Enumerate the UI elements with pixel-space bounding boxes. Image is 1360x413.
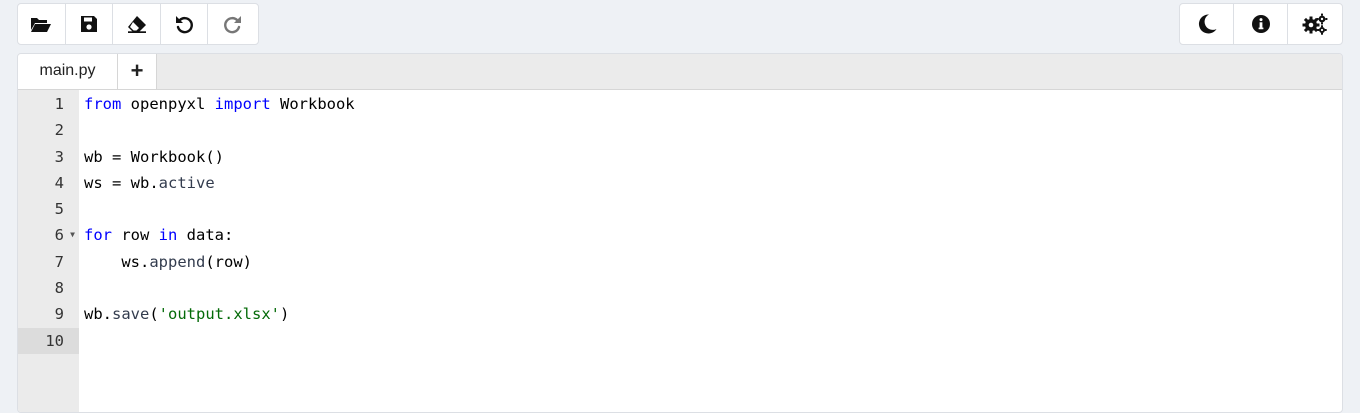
code-line: from openpyxl import Workbook xyxy=(84,91,1342,117)
code-token: Workbook xyxy=(270,95,355,113)
settings-toolbar xyxy=(1179,3,1343,45)
code-token: openpyxl xyxy=(121,95,215,113)
undo-icon xyxy=(176,16,194,34)
code-token: data: xyxy=(177,226,234,245)
line-number: 1 xyxy=(54,95,64,113)
gears-icon xyxy=(1302,13,1328,35)
line-number: 4 xyxy=(54,173,64,192)
line-number-foldable: 6 ▼ xyxy=(18,222,79,248)
eraser-icon xyxy=(127,16,146,33)
keyword-token: from xyxy=(84,95,122,113)
property-token: save xyxy=(112,305,150,324)
line-number: 3 xyxy=(54,147,64,166)
tab-main-py[interactable]: main.py xyxy=(18,54,118,89)
keyword-token: for xyxy=(84,226,112,245)
code-token: ws. xyxy=(84,252,150,271)
add-tab-button[interactable]: + xyxy=(118,54,157,89)
code-token: ws = wb. xyxy=(84,173,159,192)
code-lines[interactable]: from openpyxl import Workbook wb = Workb… xyxy=(79,90,1342,412)
code-line-active-empty xyxy=(84,328,1342,354)
line-number-label: 6 xyxy=(54,226,64,245)
code-line: for row in data: xyxy=(84,222,1342,248)
info-icon xyxy=(1251,15,1270,33)
code-line: ws.append(row) xyxy=(84,249,1342,275)
line-number: 5 xyxy=(54,200,64,219)
code-token: ) xyxy=(280,305,290,324)
line-number: 9 xyxy=(54,305,64,324)
save-button[interactable] xyxy=(66,4,114,44)
code-area[interactable]: 1 2 3 4 5 6 ▼ 7 8 9 10 from openpyxl imp… xyxy=(18,90,1342,412)
settings-button[interactable] xyxy=(1288,4,1342,44)
code-line: wb.save('output.xlsx') xyxy=(84,301,1342,327)
code-token: row xyxy=(112,226,159,245)
line-number-active: 10 xyxy=(18,327,79,354)
code-editor-panel: main.py + 1 2 3 4 5 6 ▼ 7 8 9 10 from op… xyxy=(17,53,1343,413)
theme-toggle-button[interactable] xyxy=(1180,4,1234,44)
code-token: wb. xyxy=(84,305,112,324)
keyword-token: import xyxy=(214,95,271,113)
code-line: ws = wb.active xyxy=(84,170,1342,196)
floppy-disk-icon xyxy=(80,16,97,32)
redo-button[interactable] xyxy=(208,4,258,44)
code-line: wb = Workbook() xyxy=(84,147,224,166)
code-token: ( xyxy=(149,305,159,324)
line-number: 7 xyxy=(54,252,64,271)
file-toolbar xyxy=(17,3,259,45)
line-number: 2 xyxy=(54,121,64,140)
tab-bar: main.py + xyxy=(18,54,1342,90)
undo-button[interactable] xyxy=(161,4,209,44)
clear-button[interactable] xyxy=(113,4,161,44)
line-number-gutter: 1 2 3 4 5 6 ▼ 7 8 9 10 xyxy=(18,90,79,412)
moon-icon xyxy=(1198,14,1216,34)
property-token: active xyxy=(158,173,215,192)
keyword-token: in xyxy=(158,226,178,245)
string-token: 'output.xlsx' xyxy=(158,305,280,324)
redo-icon xyxy=(224,16,242,34)
property-token: append xyxy=(149,252,206,271)
info-button[interactable] xyxy=(1234,4,1288,44)
code-token: (row) xyxy=(205,252,252,271)
open-folder-button[interactable] xyxy=(18,4,66,44)
folder-open-icon xyxy=(31,18,52,32)
fold-arrow-icon[interactable]: ▼ xyxy=(70,222,75,248)
line-number: 8 xyxy=(54,279,64,298)
